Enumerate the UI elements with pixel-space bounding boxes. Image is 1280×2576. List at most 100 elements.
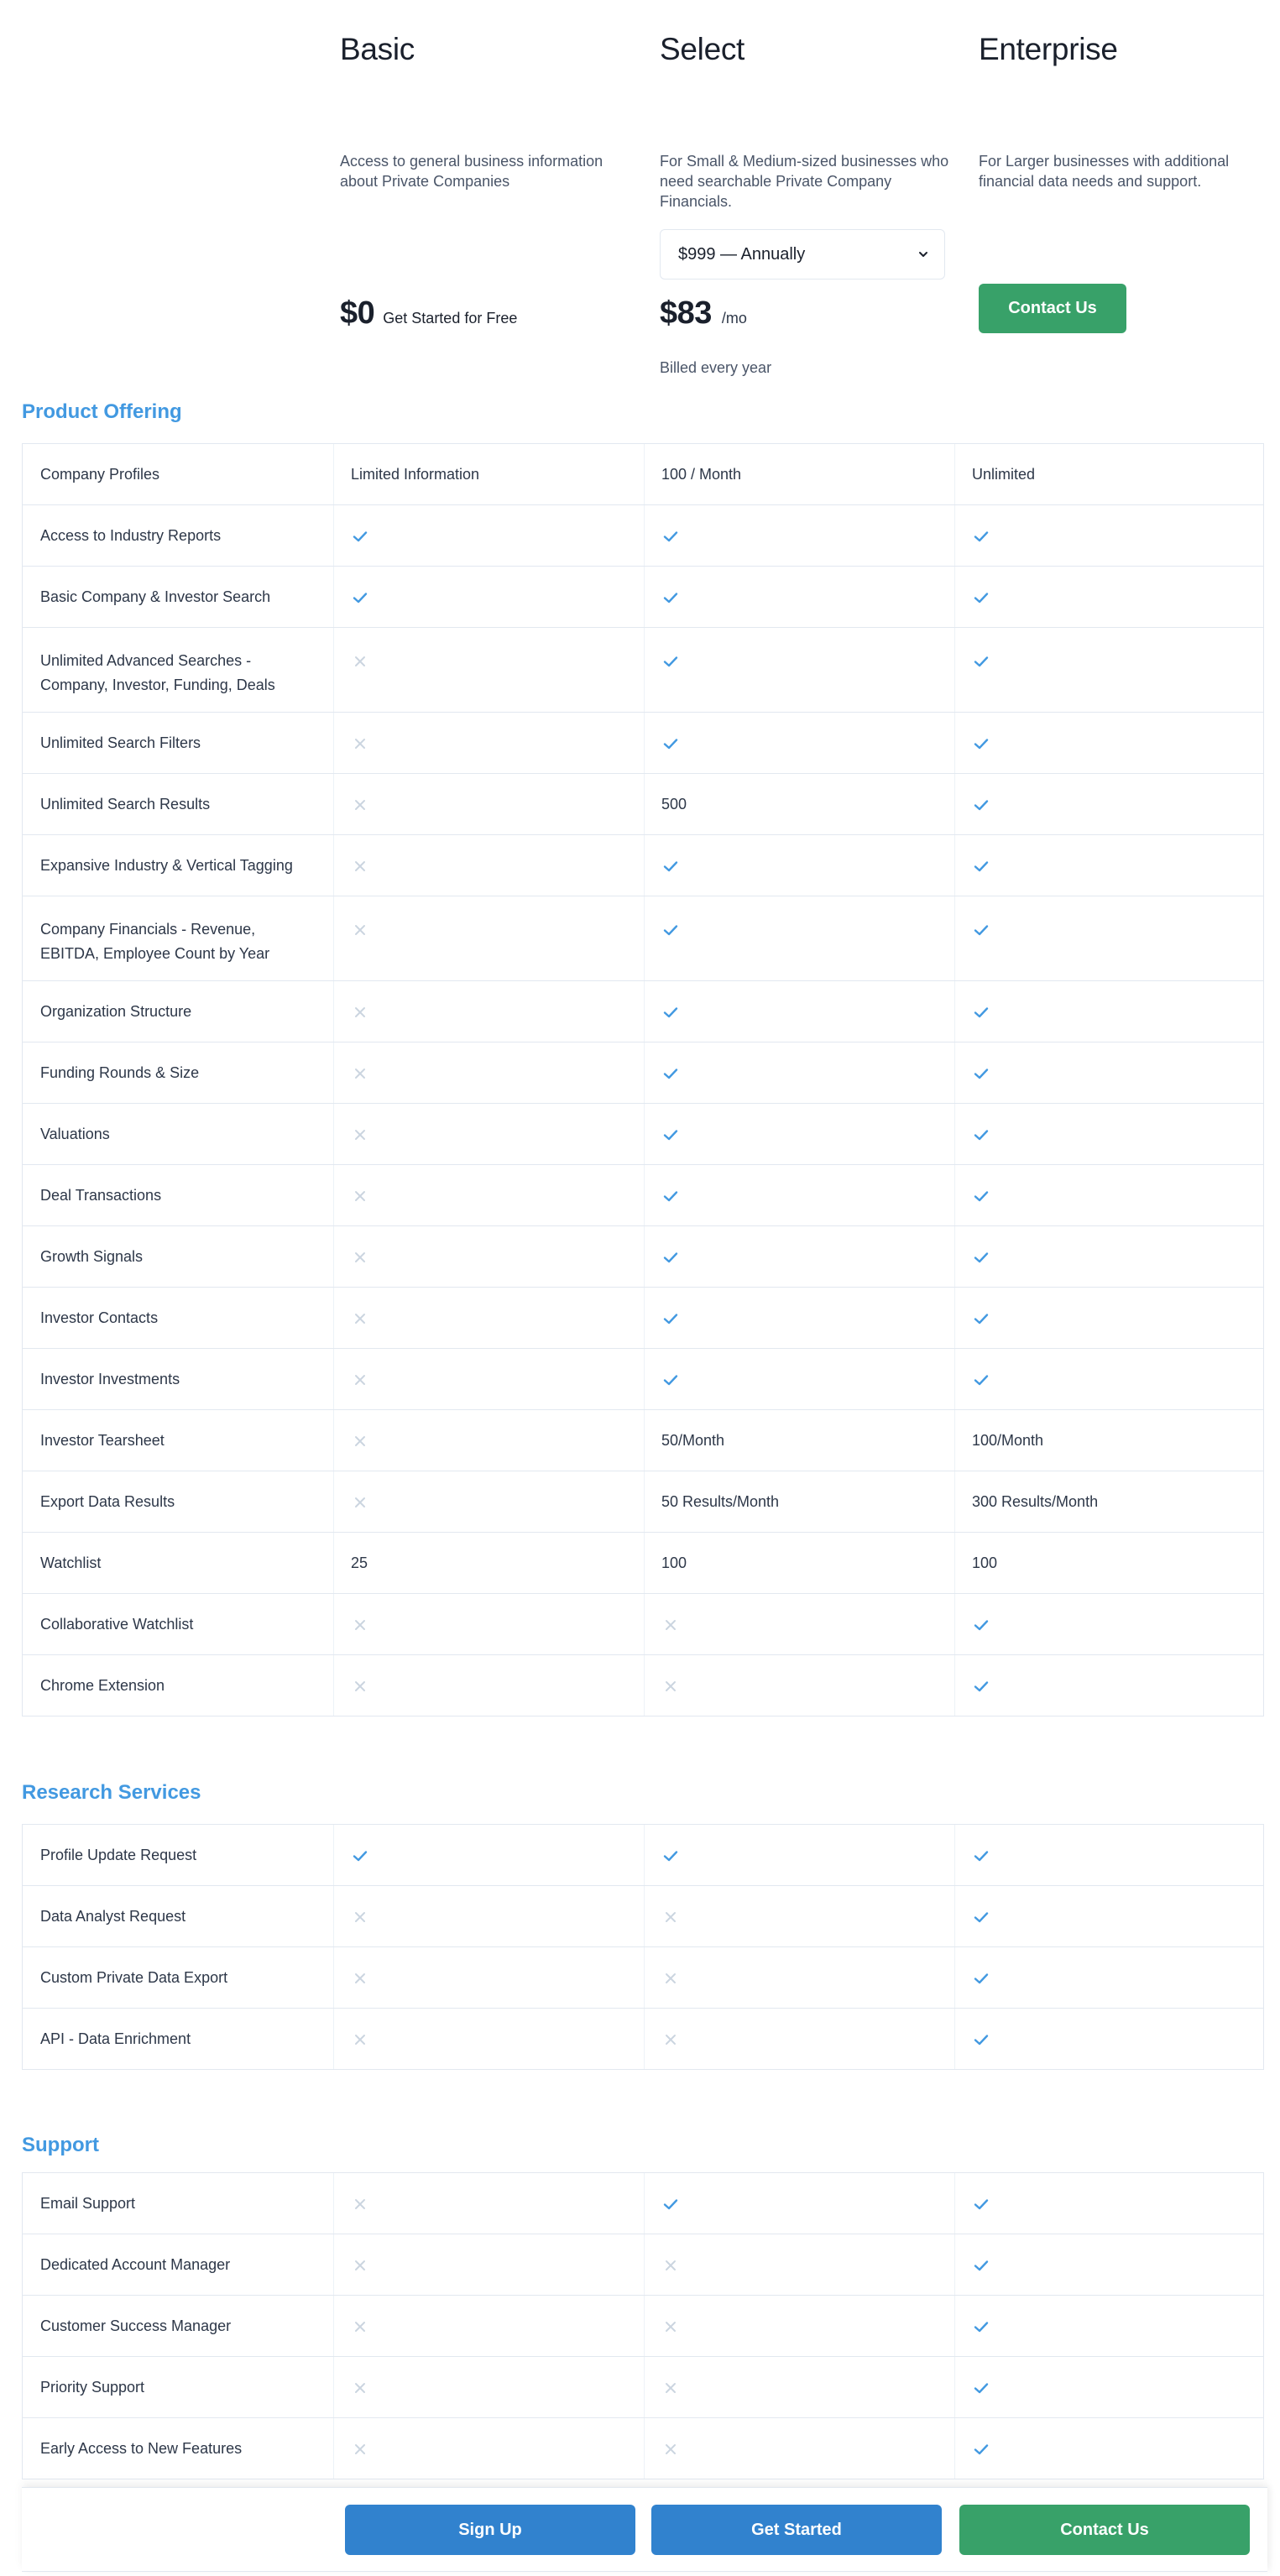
contact-us-button[interactable]: Contact Us xyxy=(979,284,1126,333)
plan-value-cell xyxy=(954,1288,1265,1348)
x-icon xyxy=(351,921,369,939)
check-icon xyxy=(972,527,990,546)
plan-value-cell xyxy=(954,981,1265,1042)
plan-value-cell xyxy=(954,835,1265,896)
price-unit: /mo xyxy=(721,310,747,327)
research-services-table: Profile Update Request Data Analyst Reque… xyxy=(22,1824,1264,2070)
check-icon xyxy=(661,1309,680,1328)
check-icon xyxy=(661,1003,680,1022)
plan-value-text: 100 xyxy=(954,1533,1265,1593)
plan-value-cell xyxy=(644,1947,954,2008)
x-icon xyxy=(661,2317,680,2336)
price-row: $83 /mo xyxy=(660,295,747,332)
x-icon xyxy=(661,2440,680,2458)
check-icon xyxy=(972,796,990,814)
x-icon xyxy=(351,2440,369,2458)
check-icon xyxy=(972,1616,990,1634)
plan-value-cell xyxy=(644,2418,954,2479)
check-icon xyxy=(661,1187,680,1205)
feature-name: Basic Company & Investor Search xyxy=(40,588,271,605)
check-icon xyxy=(972,921,990,939)
x-icon xyxy=(351,652,369,671)
table-row: Unlimited Advanced Searches - Company, I… xyxy=(23,628,1263,713)
table-row: API - Data Enrichment xyxy=(23,2009,1263,2070)
x-icon xyxy=(351,734,369,753)
x-icon xyxy=(351,1677,369,1696)
table-row: Growth Signals xyxy=(23,1226,1263,1288)
x-icon xyxy=(661,1616,680,1634)
x-icon xyxy=(351,1371,369,1389)
section-title-research-services: Research Services xyxy=(22,1781,201,1804)
table-row: Company Profiles Limited Information 100 /… xyxy=(23,444,1263,505)
x-icon xyxy=(351,2317,369,2336)
plan-value-cell xyxy=(954,2234,1265,2295)
x-icon xyxy=(351,1969,369,1988)
feature-name: Early Access to New Features xyxy=(40,2440,243,2457)
check-icon xyxy=(972,2256,990,2275)
check-icon xyxy=(661,857,680,875)
contact-us-button[interactable]: Contact Us xyxy=(959,2505,1250,2555)
plan-value-cell xyxy=(644,1104,954,1164)
x-icon xyxy=(351,1248,369,1267)
plan-value-cell xyxy=(333,2234,644,2295)
check-icon xyxy=(972,1248,990,1267)
plan-value-cell xyxy=(333,2009,644,2069)
plan-value-cell xyxy=(644,2357,954,2417)
check-icon xyxy=(661,921,680,939)
plan-value-cell xyxy=(954,2418,1265,2479)
plan-value-text: Limited Information xyxy=(333,444,644,504)
table-row: Deal Transactions xyxy=(23,1165,1263,1226)
feature-name: API - Data Enrichment xyxy=(40,2030,191,2047)
feature-name: Watchlist xyxy=(40,1554,102,1571)
plan-value-cell xyxy=(333,1410,644,1471)
feature-name: Export Data Results xyxy=(40,1493,175,1510)
plan-value-cell xyxy=(333,1655,644,1716)
x-icon xyxy=(351,1064,369,1083)
plan-value-cell xyxy=(333,628,644,712)
plan-value-cell xyxy=(333,1825,644,1885)
check-icon xyxy=(972,2440,990,2458)
billing-period-select[interactable]: $999 — Annually xyxy=(660,229,945,280)
plan-price: $0 xyxy=(340,295,375,331)
feature-name: Data Analyst Request xyxy=(40,1908,186,1925)
check-icon xyxy=(972,1677,990,1696)
feature-name: Funding Rounds & Size xyxy=(40,1064,200,1081)
plan-value-cell xyxy=(954,2357,1265,2417)
feature-name: Growth Signals xyxy=(40,1248,144,1265)
check-icon xyxy=(661,1248,680,1267)
table-row: Organization Structure xyxy=(23,981,1263,1042)
feature-name: Chrome Extension xyxy=(40,1677,165,1694)
check-icon xyxy=(661,588,680,607)
billing-note: Billed every year xyxy=(660,359,772,376)
plan-value-cell xyxy=(644,713,954,773)
check-icon xyxy=(972,734,990,753)
plan-value-text: 500 xyxy=(644,774,954,834)
plan-value-cell xyxy=(954,1947,1265,2008)
table-row: Company Financials - Revenue, EBITDA, Em… xyxy=(23,896,1263,981)
plan-value-cell xyxy=(333,1165,644,1225)
feature-name: Access to Industry Reports xyxy=(40,527,222,544)
plan-value-cell xyxy=(333,1042,644,1103)
plan-value-cell xyxy=(333,896,644,980)
plan-value-cell xyxy=(333,2296,644,2356)
sign-up-button[interactable]: Sign Up xyxy=(345,2505,635,2555)
get-started-button[interactable]: Get Started xyxy=(651,2505,942,2555)
table-row: Funding Rounds & Size xyxy=(23,1042,1263,1104)
feature-name: Organization Structure xyxy=(40,1003,192,1020)
plan-value-cell xyxy=(644,1594,954,1654)
plan-value-cell xyxy=(954,1655,1265,1716)
product-offering-table: Company Profiles Limited Information 100 /… xyxy=(22,443,1264,1716)
plan-value-cell xyxy=(333,1226,644,1287)
table-row: Customer Success Manager xyxy=(23,2296,1263,2357)
table-row: Data Analyst Request xyxy=(23,1886,1263,1947)
plan-description: Access to general business information a… xyxy=(340,153,603,190)
table-row: Email Support xyxy=(23,2173,1263,2234)
feature-name: Customer Success Manager xyxy=(40,2317,232,2334)
plan-title: Enterprise xyxy=(979,32,1118,66)
check-icon xyxy=(661,1064,680,1083)
plan-value-cell xyxy=(333,505,644,566)
plan-value-cell xyxy=(954,1594,1265,1654)
table-row: Dedicated Account Manager xyxy=(23,2234,1263,2296)
check-icon xyxy=(972,1187,990,1205)
check-icon xyxy=(661,652,680,671)
